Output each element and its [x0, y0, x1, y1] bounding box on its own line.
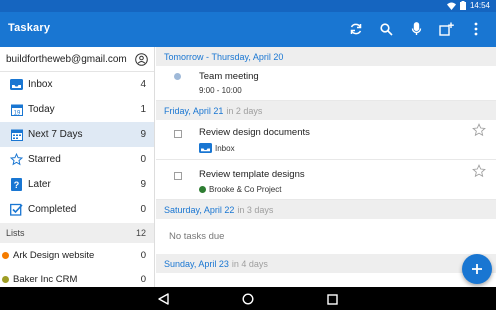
- star-icon: [10, 153, 23, 166]
- sidebar-item-next-7-days[interactable]: Next 7 Days 9: [0, 122, 154, 147]
- section-header-friday: Friday, April 21 in 2 days: [156, 101, 496, 120]
- task-time-text: 9:00 - 10:00: [199, 86, 242, 95]
- more-icon[interactable]: [468, 21, 484, 37]
- task-row-review-design-documents[interactable]: Review design documents Inbox: [156, 120, 496, 160]
- list-item-count: 0: [140, 273, 146, 285]
- later-icon: ?: [10, 178, 23, 191]
- section-date: Sunday, April 23: [164, 258, 229, 269]
- system-nav-bar: [0, 287, 496, 310]
- app-bar: Taskary: [0, 12, 496, 47]
- recents-icon[interactable]: [325, 292, 339, 306]
- list-item-baker-inc-crm[interactable]: Baker Inc CRM 0: [0, 267, 154, 287]
- section-date: Saturday, April 22: [164, 204, 235, 215]
- no-tasks-message: No tasks due: [169, 231, 225, 242]
- sidebar-item-completed[interactable]: Completed 0: [0, 197, 154, 222]
- lists-header-count: 12: [135, 228, 146, 238]
- calendar-week-icon: [10, 128, 23, 141]
- task-row-review-template-designs[interactable]: Review template designs Brooke & Co Proj…: [156, 160, 496, 200]
- sidebar-item-count: 0: [140, 204, 146, 215]
- section-header-tomorrow: Tomorrow - Thursday, April 20: [156, 47, 496, 66]
- app-title: Taskary: [8, 22, 51, 34]
- check-icon: [10, 203, 23, 216]
- sidebar-item-count: 1: [140, 104, 146, 115]
- back-icon[interactable]: [156, 292, 170, 306]
- section-date: Friday, April 21: [164, 105, 224, 116]
- search-icon[interactable]: [378, 21, 394, 37]
- section-date: Tomorrow: [164, 51, 204, 62]
- plus-icon: [472, 264, 482, 274]
- task-checkbox[interactable]: [174, 172, 182, 180]
- star-toggle-icon[interactable]: [472, 164, 486, 178]
- sidebar-item-count: 9: [140, 129, 146, 140]
- section-separator: -: [203, 51, 212, 62]
- list-color-dot: [199, 186, 206, 193]
- section-relative: in 2 days: [226, 105, 263, 116]
- sidebar: buildfortheweb@gmail.com Inbox 4 19 Toda…: [0, 47, 155, 287]
- task-title: Review template designs: [199, 169, 305, 180]
- lists-header-label: Lists: [6, 228, 25, 238]
- list-item-label: Baker Inc CRM: [13, 273, 78, 285]
- inbox-icon: [10, 78, 23, 91]
- list-color-dot: [2, 251, 9, 259]
- sidebar-item-inbox[interactable]: Inbox 4: [0, 72, 154, 97]
- account-email: buildfortheweb@gmail.com: [6, 53, 127, 65]
- sidebar-item-starred[interactable]: Starred 0: [0, 147, 154, 172]
- list-item-count: 0: [140, 249, 146, 261]
- task-list-tag: Inbox: [199, 143, 235, 153]
- sidebar-item-count: 4: [140, 79, 146, 90]
- task-list-tag: Brooke & Co Project: [199, 185, 281, 194]
- task-list-name: Brooke & Co Project: [209, 185, 282, 194]
- sidebar-item-count: 9: [140, 179, 146, 190]
- status-time: 14:54: [469, 1, 490, 10]
- wifi-icon: [446, 2, 456, 10]
- add-task-button[interactable]: [462, 254, 492, 284]
- sidebar-item-label: Later: [28, 179, 51, 190]
- sidebar-item-label: Inbox: [28, 79, 53, 90]
- sidebar-item-later[interactable]: ? Later 9: [0, 172, 154, 197]
- sidebar-item-today[interactable]: 19 Today 1: [0, 97, 154, 122]
- account-switch-icon[interactable]: [135, 52, 148, 66]
- section-header-saturday: Saturday, April 22 in 3 days: [156, 200, 496, 219]
- add-list-icon[interactable]: [438, 21, 454, 37]
- sidebar-item-label: Today: [28, 104, 55, 115]
- calendar-today-icon: 19: [10, 103, 23, 116]
- mic-icon[interactable]: [408, 21, 424, 37]
- account-row[interactable]: buildfortheweb@gmail.com: [0, 47, 154, 72]
- section-day: Thursday, April 20: [211, 51, 284, 62]
- sidebar-item-label: Completed: [28, 204, 77, 215]
- task-list-name: Inbox: [215, 143, 235, 153]
- section-relative: in 4 days: [231, 258, 268, 269]
- event-bullet-icon: [174, 73, 181, 80]
- task-row-team-meeting[interactable]: Team meeting 9:00 - 10:00: [156, 66, 496, 101]
- star-toggle-icon[interactable]: [472, 123, 486, 137]
- sidebar-item-count: 0: [140, 154, 146, 165]
- task-title: Review design documents: [199, 127, 310, 138]
- svg-text:19: 19: [13, 110, 20, 116]
- task-title: Team meeting: [199, 71, 259, 82]
- svg-text:?: ?: [14, 180, 20, 190]
- task-checkbox[interactable]: [174, 130, 182, 138]
- sidebar-item-label: Next 7 Days: [28, 129, 83, 140]
- battery-icon: [459, 1, 466, 10]
- lists-header: Lists 12: [0, 223, 154, 243]
- list-color-dot: [2, 275, 9, 283]
- list-item-label: Ark Design website: [13, 249, 95, 261]
- inbox-icon: [199, 143, 212, 153]
- task-list: Tomorrow - Thursday, April 20 Team meeti…: [156, 47, 496, 287]
- sync-icon[interactable]: [348, 21, 364, 37]
- sidebar-item-label: Starred: [28, 154, 61, 165]
- section-relative: in 3 days: [237, 204, 274, 215]
- list-item-ark-design-website[interactable]: Ark Design website 0: [0, 243, 154, 267]
- section-header-sunday: Sunday, April 23 in 4 days: [156, 254, 496, 273]
- task-time: 9:00 - 10:00: [199, 86, 242, 95]
- home-icon[interactable]: [241, 292, 255, 306]
- status-bar: 14:54: [0, 0, 496, 12]
